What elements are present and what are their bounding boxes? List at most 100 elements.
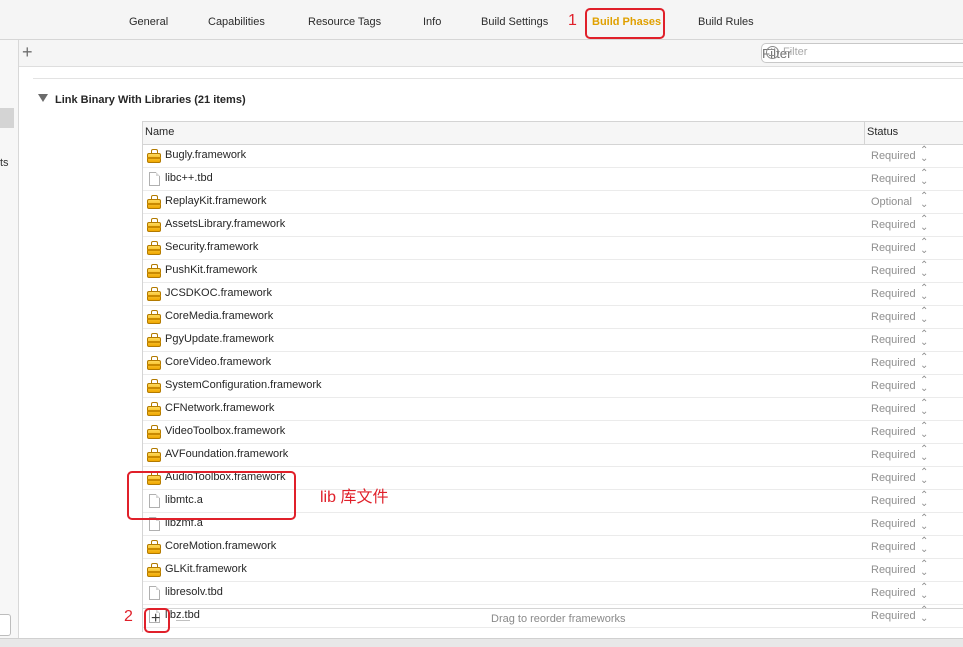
drag-hint: Drag to reorder frameworks [491,613,626,625]
updown-chevron-icon[interactable]: ⌃ ⌄ [920,445,928,463]
filter-icon-lines [769,49,775,56]
add-build-phase-button[interactable]: + [22,42,33,62]
library-name: Security.framework [165,241,259,253]
updown-chevron-icon[interactable]: ⌃ ⌄ [920,422,928,440]
status-popup[interactable]: Required [871,541,916,553]
updown-chevron-icon[interactable]: ⌃ ⌄ [920,353,928,371]
status-popup[interactable]: Required [871,265,916,277]
updown-chevron-icon[interactable]: ⌃ ⌄ [920,215,928,233]
tab-resource-tags[interactable]: Resource Tags [308,16,381,28]
status-popup[interactable]: Required [871,242,916,254]
status-popup[interactable]: Required [871,587,916,599]
updown-chevron-icon[interactable]: ⌃ ⌄ [920,192,928,210]
framework-icon [147,264,162,278]
status-popup[interactable]: Required [871,219,916,231]
table-row[interactable]: AssetsLibrary.framework Required ⌃ ⌄ [143,214,963,237]
status-popup[interactable]: Required [871,311,916,323]
table-row[interactable]: Bugly.framework Required ⌃ ⌄ [143,145,963,168]
sidebar-label-fragment: ts [0,157,9,169]
table-row[interactable]: JCSDKOC.framework Required ⌃ ⌄ [143,283,963,306]
library-name: VideoToolbox.framework [165,425,286,437]
updown-chevron-icon[interactable]: ⌃ ⌄ [920,307,928,325]
framework-icon [147,425,162,439]
updown-chevron-icon[interactable]: ⌃ ⌄ [920,514,928,532]
tab-build-settings[interactable]: Build Settings [481,16,548,28]
column-header-name[interactable]: Name [145,126,174,138]
annotation-box-lib-files [127,471,296,520]
annotation-lib-note: lib 库文件 [320,489,389,506]
table-row[interactable]: CFNetwork.framework Required ⌃ ⌄ [143,398,963,421]
tab-build-rules[interactable]: Build Rules [698,16,754,28]
updown-chevron-icon[interactable]: ⌃ ⌄ [920,560,928,578]
selected-target-highlight[interactable] [0,108,14,128]
framework-icon [147,287,162,301]
framework-icon [147,540,162,554]
status-popup[interactable]: Required [871,380,916,392]
status-popup[interactable]: Required [871,495,916,507]
library-name: AVFoundation.framework [165,448,289,460]
table-row[interactable]: SystemConfiguration.framework Required ⌃ ⌄ [143,375,963,398]
table-row[interactable]: AVFoundation.framework Required ⌃ ⌄ [143,444,963,467]
library-name: AssetsLibrary.framework [165,218,286,230]
status-popup[interactable]: Required [871,288,916,300]
libraries-table: Name Status Bugly.framework Required ⌃ ⌄ lib… [142,121,963,628]
updown-chevron-icon[interactable]: ⌃ ⌄ [920,468,928,486]
updown-chevron-icon[interactable]: ⌃ ⌄ [920,399,928,417]
status-popup[interactable]: Required [871,150,916,162]
disclosure-triangle-icon[interactable] [38,94,48,102]
status-popup[interactable]: Required [871,403,916,415]
status-popup[interactable]: Required [871,334,916,346]
table-row[interactable]: PushKit.framework Required ⌃ ⌄ [143,260,963,283]
table-row[interactable]: libc++.tbd Required ⌃ ⌄ [143,168,963,191]
table-row[interactable]: GLKit.framework Required ⌃ ⌄ [143,559,963,582]
table-row[interactable]: CoreVideo.framework Required ⌃ ⌄ [143,352,963,375]
remove-library-button[interactable]: — [176,610,190,628]
section-title: Link Binary With Libraries (21 items) [55,94,246,106]
table-row[interactable]: ReplayKit.framework Optional ⌃ ⌄ [143,191,963,214]
framework-icon [147,563,162,577]
status-popup[interactable]: Required [871,357,916,369]
table-row[interactable]: VideoToolbox.framework Required ⌃ ⌄ [143,421,963,444]
tab-capabilities[interactable]: Capabilities [208,16,265,28]
framework-icon [147,310,162,324]
library-name: PushKit.framework [165,264,258,276]
library-name: libresolv.tbd [165,586,223,598]
file-icon [149,172,160,186]
updown-chevron-icon[interactable]: ⌃ ⌄ [920,491,928,509]
status-popup[interactable]: Optional [871,196,912,208]
status-popup[interactable]: Required [871,449,916,461]
framework-icon [147,448,162,462]
table-row[interactable]: CoreMedia.framework Required ⌃ ⌄ [143,306,963,329]
status-popup[interactable]: Required [871,564,916,576]
updown-chevron-icon[interactable]: ⌃ ⌄ [920,583,928,601]
updown-chevron-icon[interactable]: ⌃ ⌄ [920,146,928,164]
updown-chevron-icon[interactable]: ⌃ ⌄ [920,169,928,187]
sidebar-bottom-button[interactable] [0,614,11,636]
framework-icon [147,218,162,232]
updown-chevron-icon[interactable]: ⌃ ⌄ [920,284,928,302]
updown-chevron-icon[interactable]: ⌃ ⌄ [920,537,928,555]
updown-chevron-icon[interactable]: ⌃ ⌄ [920,261,928,279]
updown-chevron-icon[interactable]: ⌃ ⌄ [920,330,928,348]
column-header-status[interactable]: Status [867,126,898,138]
updown-chevron-icon[interactable]: ⌃ ⌄ [920,376,928,394]
table-row[interactable]: Security.framework Required ⌃ ⌄ [143,237,963,260]
updown-chevron-icon[interactable]: ⌃ ⌄ [920,238,928,256]
annotation-number-2: 2 [124,608,133,625]
status-popup[interactable]: Required [871,426,916,438]
library-name: ReplayKit.framework [165,195,267,207]
column-divider [864,122,865,144]
framework-icon [147,241,162,255]
filter-placeholder: Filter [783,46,808,58]
table-row[interactable]: PgyUpdate.framework Required ⌃ ⌄ [143,329,963,352]
status-popup[interactable]: Required [871,173,916,185]
framework-icon [147,333,162,347]
table-body: Bugly.framework Required ⌃ ⌄ libc++.tbd Requi… [143,145,963,628]
table-row[interactable]: CoreMotion.framework Required ⌃ ⌄ [143,536,963,559]
status-popup[interactable]: Required [871,518,916,530]
framework-icon [147,149,162,163]
status-popup[interactable]: Required [871,472,916,484]
table-row[interactable]: libresolv.tbd Required ⌃ ⌄ [143,582,963,605]
tab-info[interactable]: Info [423,16,441,28]
tab-general[interactable]: General [129,16,168,28]
